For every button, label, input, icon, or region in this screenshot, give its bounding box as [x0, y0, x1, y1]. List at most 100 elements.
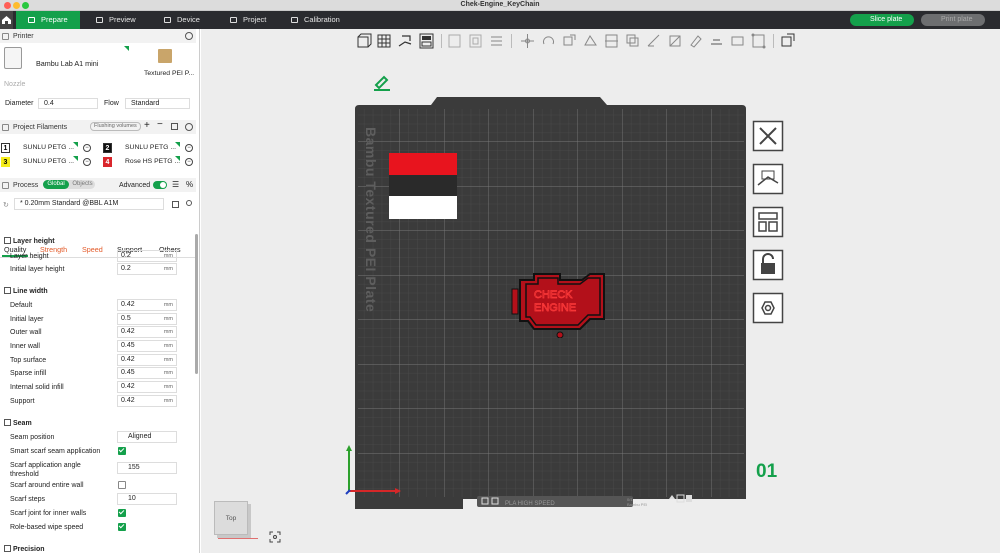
- layer-height-input[interactable]: 0.2 mm: [117, 250, 177, 262]
- home-button[interactable]: [0, 11, 13, 29]
- split-objects-button[interactable]: [446, 32, 463, 50]
- check-engine-keychain[interactable]: CHECK ENGINE: [510, 264, 616, 338]
- printer-name[interactable]: Bambu Lab A1 mini: [36, 59, 98, 68]
- view-options-button[interactable]: [779, 32, 796, 50]
- support-line-input[interactable]: 0.42 mm: [117, 395, 177, 407]
- flow-select[interactable]: Standard: [125, 98, 190, 109]
- advanced-switch[interactable]: [153, 181, 167, 189]
- move-tool-button[interactable]: [519, 32, 536, 50]
- search-icon[interactable]: [186, 200, 192, 206]
- split-parts-icon: [469, 34, 482, 48]
- tab-speed[interactable]: Speed: [82, 245, 103, 254]
- tab-project[interactable]: Project: [218, 11, 280, 29]
- preset-icon: ↻: [3, 202, 9, 209]
- scale-tool-button[interactable]: [561, 32, 578, 50]
- print-plate-button[interactable]: Print plate: [921, 14, 985, 26]
- tab-prepare[interactable]: Prepare: [16, 11, 80, 29]
- seam-group-title: Seam: [4, 419, 32, 427]
- arrange-button[interactable]: [418, 32, 435, 50]
- process-preset-select[interactable]: * 0.20mm Standard @BBL A1M: [14, 198, 164, 210]
- mesh-boolean-button[interactable]: [624, 32, 641, 50]
- text-tool-button[interactable]: [708, 32, 725, 50]
- sparse-infill-input[interactable]: 0.45 mm: [117, 367, 177, 379]
- global-objects-toggle[interactable]: Global Objects: [43, 180, 95, 189]
- filament-2-swatch[interactable]: 2: [103, 143, 112, 153]
- tab-device[interactable]: Device: [152, 11, 214, 29]
- outer-wall-input[interactable]: 0.42 mm: [117, 326, 177, 338]
- sync-filament-icon[interactable]: [171, 123, 178, 130]
- edit-plate-name-icon[interactable]: [372, 73, 392, 91]
- toggle-global[interactable]: Global: [43, 180, 69, 189]
- view-cube[interactable]: Top: [214, 501, 248, 535]
- line-initial-layer-input[interactable]: 0.5 mm: [117, 313, 177, 325]
- filament-3-swatch[interactable]: 3: [1, 157, 10, 167]
- list-view-icon[interactable]: ☰: [172, 180, 179, 189]
- printer-settings-icon[interactable]: [185, 32, 193, 40]
- color-paint-button[interactable]: [687, 32, 704, 50]
- save-preset-icon[interactable]: [172, 201, 179, 208]
- initial-layer-height-input[interactable]: 0.2 mm: [117, 263, 177, 275]
- scarf-around-checkbox[interactable]: [118, 481, 126, 489]
- filament-2-remove-icon[interactable]: −: [185, 144, 193, 152]
- lay-on-face-button[interactable]: [582, 32, 599, 50]
- add-plate-button[interactable]: [376, 32, 393, 50]
- scarf-steps-input[interactable]: 10: [117, 493, 177, 505]
- cube-add-icon: [357, 33, 372, 48]
- filament-4-swatch[interactable]: 4: [103, 157, 112, 167]
- top-surface-input[interactable]: 0.42 mm: [117, 354, 177, 366]
- add-object-button[interactable]: [355, 32, 372, 50]
- color-swatch-object[interactable]: [389, 153, 457, 219]
- outer-wall-label: Outer wall: [10, 329, 42, 336]
- filament-1-name[interactable]: SUNLU PETG ...: [23, 144, 74, 151]
- filament-1-indicator: [73, 142, 78, 147]
- support-paint-icon: [647, 34, 660, 47]
- inner-wall-input[interactable]: 0.45 mm: [117, 340, 177, 352]
- seam-position-select[interactable]: Aligned: [117, 431, 177, 443]
- add-filament-icon[interactable]: +: [144, 120, 150, 131]
- zoom-to-fit-icon[interactable]: [269, 531, 281, 543]
- percent-icon[interactable]: %: [186, 180, 193, 189]
- filament-4-name[interactable]: Rose HS PETG ...: [125, 158, 180, 165]
- delete-plate-button[interactable]: [752, 120, 784, 152]
- remove-filament-icon[interactable]: −: [157, 119, 163, 130]
- filament-1-swatch[interactable]: 1: [1, 143, 10, 153]
- filament-3-name[interactable]: SUNLU PETG ...: [23, 158, 74, 165]
- tab-preview[interactable]: Preview: [84, 11, 146, 29]
- orient-icon: [398, 35, 412, 47]
- rotate-tool-button[interactable]: [540, 32, 557, 50]
- plate-settings-button[interactable]: [752, 292, 784, 324]
- filament-2-name[interactable]: SUNLU PETG ...: [125, 144, 176, 151]
- flushing-volumes-button[interactable]: Flushing volumes: [90, 122, 141, 131]
- wipe-speed-checkbox[interactable]: [118, 523, 126, 531]
- scarf-inner-checkbox[interactable]: [118, 509, 126, 517]
- cut-tool-button[interactable]: [603, 32, 620, 50]
- diameter-select[interactable]: 0.4: [38, 98, 98, 109]
- 3d-viewport[interactable]: PLA HIGH SPEED 0/1 Bambu PEI Bambu Textu…: [201, 29, 1000, 553]
- internal-solid-infill-input[interactable]: 0.42 mm: [117, 381, 177, 393]
- tab-calibration[interactable]: Calibration: [279, 11, 359, 29]
- line-default-input[interactable]: 0.42 mm: [117, 299, 177, 311]
- plate-thumbnail: [158, 49, 172, 63]
- lock-plate-button[interactable]: [752, 249, 784, 281]
- seam-paint-button[interactable]: [666, 32, 683, 50]
- smart-scarf-checkbox[interactable]: [118, 447, 126, 455]
- filament-1-remove-icon[interactable]: −: [83, 144, 91, 152]
- scarf-threshold-input[interactable]: 155: [117, 462, 177, 474]
- support-paint-button[interactable]: [645, 32, 662, 50]
- window-title: Chek-Engine_KeyChain: [460, 1, 540, 8]
- assembly-button[interactable]: [750, 32, 767, 50]
- measure-tool-button[interactable]: [729, 32, 746, 50]
- sidebar-scrollbar[interactable]: [195, 234, 198, 374]
- toggle-objects[interactable]: Objects: [70, 180, 95, 189]
- auto-orient-plate-button[interactable]: [752, 163, 784, 195]
- split-parts-button[interactable]: [467, 32, 484, 50]
- filament-4-remove-icon[interactable]: −: [185, 158, 193, 166]
- layers-button[interactable]: [488, 32, 505, 50]
- slice-plate-button[interactable]: Slice plate: [850, 14, 914, 26]
- plate-type[interactable]: Textured PEI P...: [144, 70, 194, 77]
- filament-3-remove-icon[interactable]: −: [83, 158, 91, 166]
- arrange-plate-button[interactable]: [752, 206, 784, 238]
- auto-orient-button[interactable]: [397, 32, 414, 50]
- filament-settings-icon[interactable]: [185, 123, 193, 131]
- printer-thumbnail: [4, 47, 22, 69]
